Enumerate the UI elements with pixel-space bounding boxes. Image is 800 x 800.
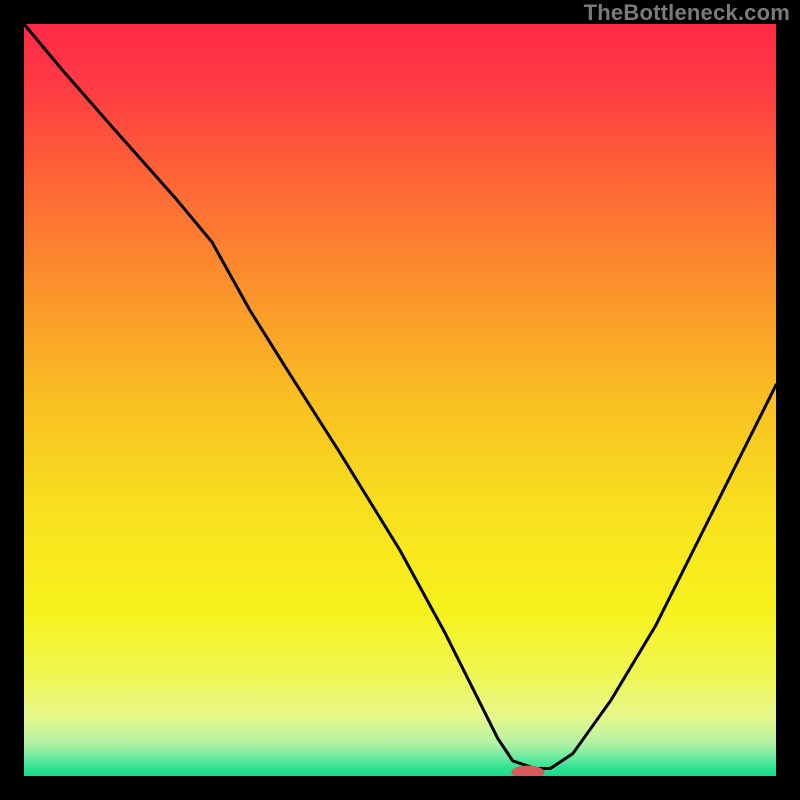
watermark-text: TheBottleneck.com: [584, 0, 790, 26]
chart-frame: TheBottleneck.com: [0, 0, 800, 800]
plot-area: [24, 24, 776, 776]
chart-svg: [24, 24, 776, 776]
gradient-background: [24, 24, 776, 776]
